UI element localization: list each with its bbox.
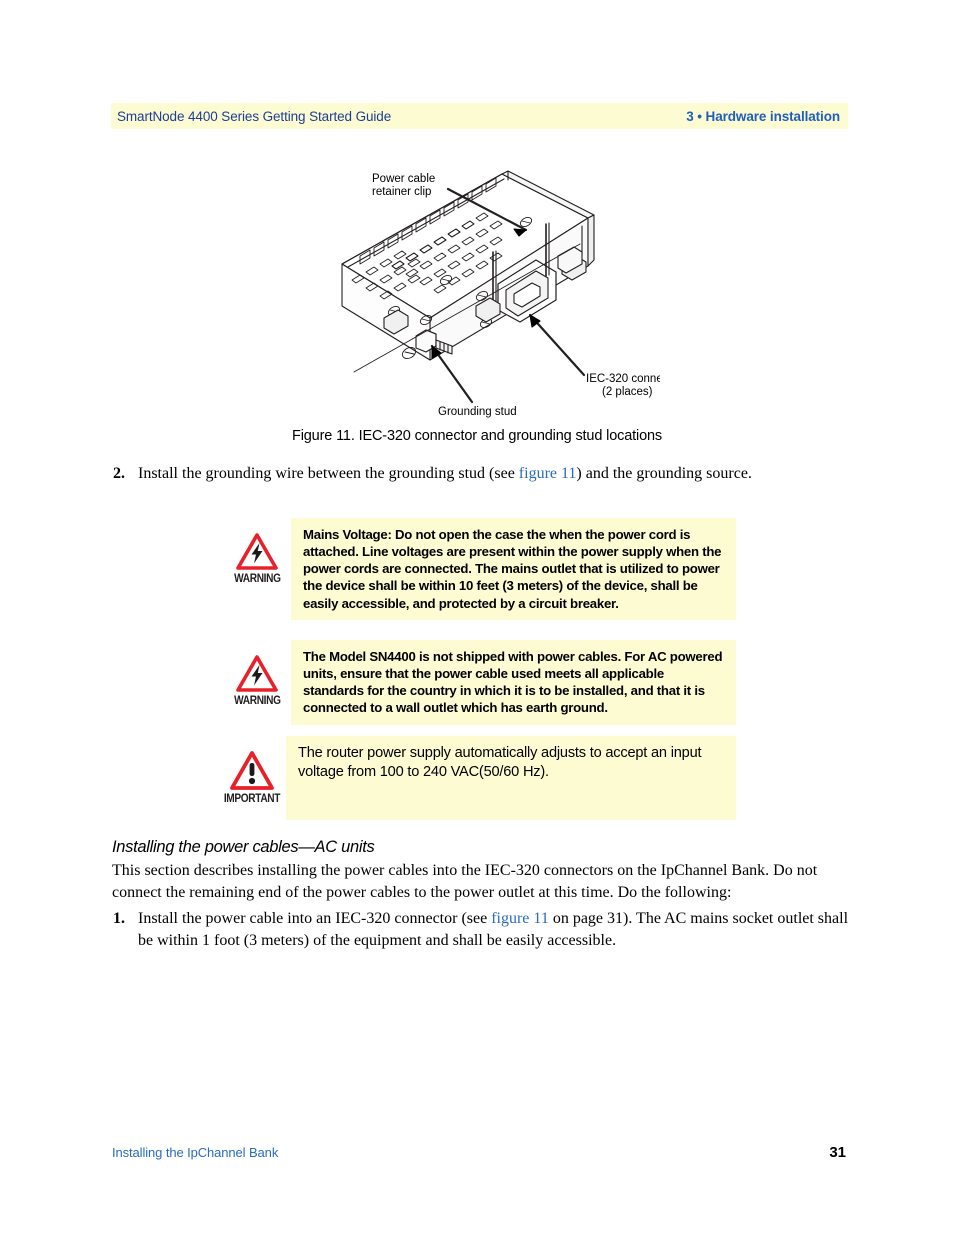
step-2-figure-link[interactable]: figure 11	[519, 465, 577, 482]
header-document-title: SmartNode 4400 Series Getting Started Gu…	[117, 108, 392, 124]
callout-iec-line1: IEC-320 connector	[586, 373, 660, 385]
step-1-text: Install the power cable into an IEC-320 …	[138, 908, 858, 952]
warning-lightning-triangle-icon	[236, 533, 278, 570]
admonition-body-box: Mains Voltage: Do not open the case the …	[291, 518, 736, 620]
admonition-text: The Model SN4400 is not shipped with pow…	[303, 649, 723, 716]
admonition-icon-block: WARNING	[223, 640, 291, 707]
callout-grounding-stud: Grounding stud	[438, 406, 517, 418]
step-1: 1. Install the power cable into an IEC-3…	[108, 908, 858, 952]
footer-page-number: 31	[829, 1144, 846, 1161]
page-footer: Installing the IpChannel Bank 31	[112, 1144, 846, 1161]
step-1-figure-link[interactable]: figure 11	[491, 910, 549, 927]
callout-iec-line2: (2 places)	[602, 386, 653, 398]
header-chapter-title: 3 • Hardware installation	[686, 108, 840, 124]
step-1-text-before: Install the power cable into an IEC-320 …	[138, 910, 492, 927]
figure-11-illustration: Power cable retainer clip IEC-320 connec…	[330, 160, 660, 425]
admonition-label: WARNING	[233, 695, 281, 707]
warning-lightning-triangle-icon	[236, 655, 278, 692]
step-2-text: Install the grounding wire between the g…	[138, 463, 853, 485]
step-2: 2. Install the grounding wire between th…	[108, 463, 853, 485]
step-2-text-before: Install the grounding wire between the g…	[138, 465, 519, 482]
admonition-label: WARNING	[233, 573, 281, 585]
footer-section-label: Installing the IpChannel Bank	[112, 1145, 279, 1160]
page-header-band: SmartNode 4400 Series Getting Started Gu…	[111, 103, 848, 129]
step-1-number: 1.	[113, 910, 125, 927]
admonition-body-box: The router power supply automatically ad…	[286, 736, 736, 820]
admonition-body-box: The Model SN4400 is not shipped with pow…	[291, 640, 736, 725]
admonition-warning-power-cables: WARNING The Model SN4400 is not shipped …	[223, 640, 736, 725]
admonition-label: IMPORTANT	[223, 793, 281, 805]
admonition-icon-block: WARNING	[223, 518, 291, 585]
important-exclamation-triangle-icon	[230, 751, 274, 790]
step-2-text-after: ) and the grounding source.	[576, 465, 752, 482]
admonition-text: The router power supply automatically ad…	[298, 745, 702, 781]
admonition-important-voltage-range: IMPORTANT The router power supply automa…	[218, 736, 736, 820]
section-heading: Installing the power cables—AC units	[112, 838, 375, 856]
callout-power-cable-line1: Power cable	[372, 173, 435, 185]
figure-caption: Figure 11. IEC-320 connector and groundi…	[291, 428, 663, 444]
admonition-text: Mains Voltage: Do not open the case the …	[303, 527, 722, 611]
admonition-warning-mains-voltage: WARNING Mains Voltage: Do not open the c…	[223, 518, 736, 620]
admonition-icon-block: IMPORTANT	[218, 736, 286, 805]
section-body-paragraph: This section describes installing the po…	[112, 862, 818, 902]
callout-power-cable-line2: retainer clip	[372, 186, 431, 198]
step-2-number: 2.	[113, 465, 125, 482]
